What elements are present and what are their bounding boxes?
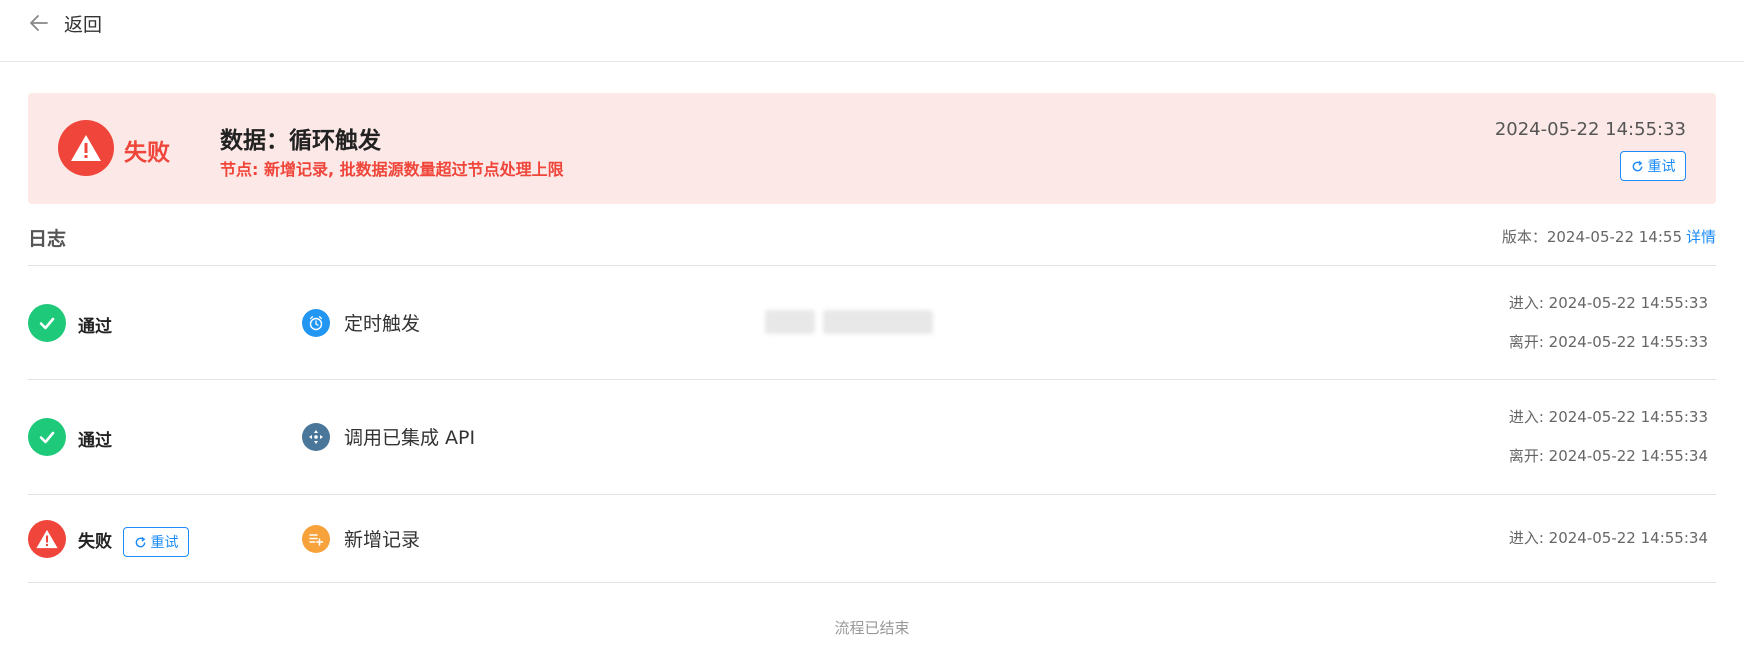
retry-label: 重试 — [1647, 159, 1676, 175]
api-icon — [302, 423, 330, 451]
node-name: 新增记录 — [344, 529, 421, 551]
node-name: 定时触发 — [344, 313, 421, 335]
log-row: 失败 重试 新增记录 进入: 2024-05-22 14:55:34 — [28, 495, 1716, 583]
node-status-label: 通过 — [78, 317, 112, 337]
warning-icon — [58, 120, 114, 176]
check-icon — [28, 304, 66, 342]
leave-time: 离开: 2024-05-22 14:55:33 — [1508, 333, 1708, 351]
arrow-left-icon — [30, 15, 48, 31]
enter-time: 进入: 2024-05-22 14:55:34 — [1508, 529, 1708, 547]
run-status-banner: 失败 数据：循环触发 节点: 新增记录, 批数据源数量超过节点处理上限 2024… — [28, 93, 1716, 204]
top-bar: 返回 — [0, 0, 1744, 62]
logs-header: 日志 版本：2024-05-22 14:55 详情 — [28, 222, 1716, 266]
node-name: 调用已集成 API — [344, 427, 476, 449]
node-status-label: 失败 — [78, 532, 112, 552]
node-status-label: 通过 — [78, 431, 112, 451]
enter-time: 进入: 2024-05-22 14:55:33 — [1508, 294, 1708, 312]
flow-end-message: 流程已结束 — [834, 619, 910, 637]
run-title: 数据：循环触发 — [220, 128, 381, 154]
log-row: 通过 调用已集成 API 进入: 2024-05-22 14:55:33 离开:… — [28, 380, 1716, 495]
version-text: 版本：2024-05-22 14:55 — [1501, 228, 1682, 246]
back-label: 返回 — [64, 13, 103, 36]
node-times: 进入: 2024-05-22 14:55:34 — [1509, 519, 1708, 558]
details-link[interactable]: 详情 — [1686, 228, 1716, 246]
node-times: 进入: 2024-05-22 14:55:33 离开: 2024-05-22 1… — [1509, 284, 1708, 362]
warning-icon — [28, 520, 66, 558]
retry-run-button[interactable]: 重试 — [1620, 151, 1686, 181]
run-status-label: 失败 — [124, 140, 170, 166]
error-message: 节点: 新增记录, 批数据源数量超过节点处理上限 — [220, 160, 564, 179]
refresh-icon — [1632, 160, 1642, 171]
run-time: 2024-05-22 14:55:33 — [1494, 119, 1686, 140]
redacted-content — [765, 310, 935, 336]
back-button[interactable]: 返回 — [28, 8, 102, 38]
clock-icon — [302, 309, 330, 337]
check-icon — [28, 418, 66, 456]
node-times: 进入: 2024-05-22 14:55:33 离开: 2024-05-22 1… — [1509, 398, 1708, 476]
enter-time: 进入: 2024-05-22 14:55:33 — [1508, 408, 1708, 426]
refresh-icon — [135, 536, 145, 547]
leave-time: 离开: 2024-05-22 14:55:34 — [1508, 447, 1708, 465]
retry-node-button[interactable]: 重试 — [123, 527, 189, 557]
logs-title: 日志 — [28, 228, 67, 250]
add-record-icon — [302, 525, 330, 553]
version-info: 版本：2024-05-22 14:55 详情 — [1502, 226, 1716, 247]
retry-label: 重试 — [150, 535, 179, 551]
